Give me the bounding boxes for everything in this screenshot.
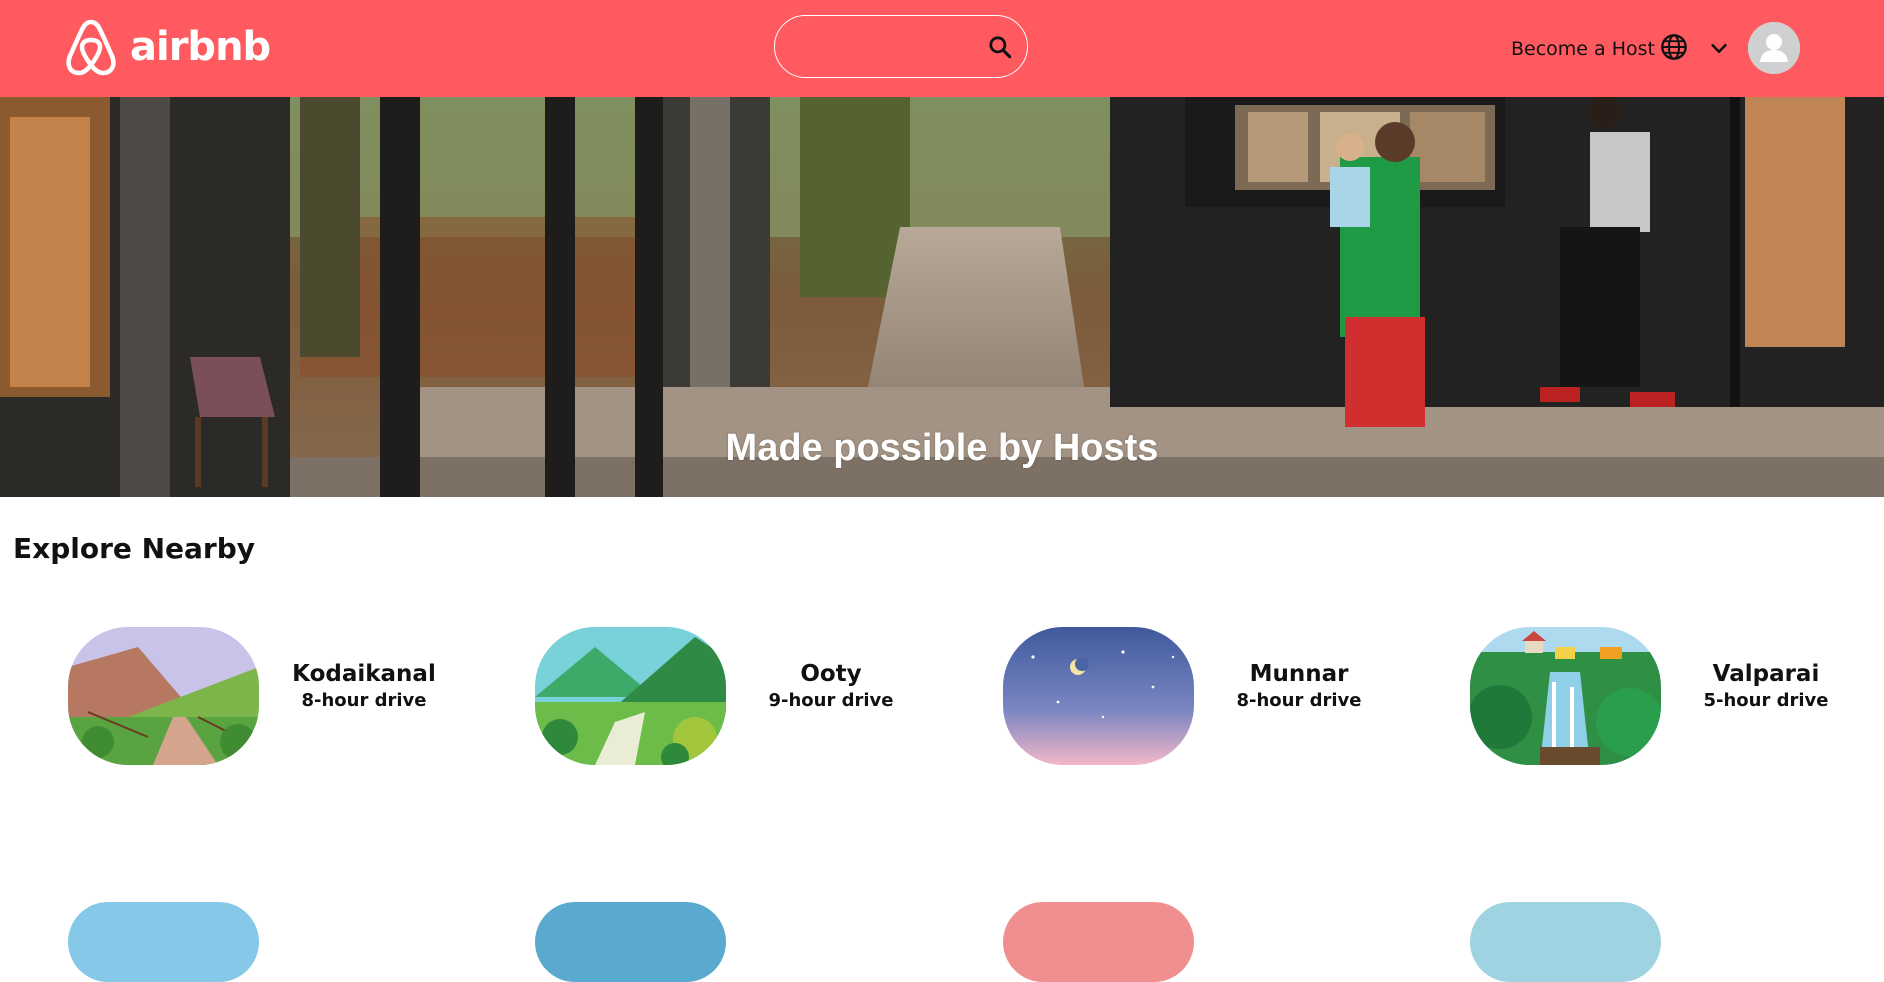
avatar-icon [1748,22,1800,74]
hero-banner: Made possible by Hosts [0,97,1884,497]
brand-logo[interactable]: airbnb [62,16,271,78]
airbnb-logo-icon [66,19,116,76]
nearby-card-ooty[interactable]: Ooty 9-hour drive [535,627,955,767]
nearby-card-valparai[interactable]: Valparai 5-hour drive [1470,627,1884,767]
nearby-card-image-row2-2[interactable] [535,902,726,982]
nearby-card-image-row2-3[interactable] [1003,902,1194,982]
nearby-card-name: Kodaikanal [292,661,436,687]
nearby-card-drive-time: 8-hour drive [301,690,427,711]
chevron-down-icon[interactable] [1708,37,1730,59]
munnar-image [1003,627,1194,765]
nearby-card-name: Munnar [1249,661,1349,687]
brand-name: airbnb [130,24,271,70]
ooty-image [535,627,726,765]
nearby-card-image-row2-1[interactable] [68,902,259,982]
nearby-card-kodaikanal[interactable]: Kodaikanal 8-hour drive [68,627,488,767]
nearby-card-name: Valparai [1712,661,1820,687]
valparai-image [1470,627,1661,765]
nearby-card-drive-time: 5-hour drive [1703,690,1829,711]
search-bar[interactable] [774,15,1028,78]
search-input[interactable] [793,30,977,64]
search-icon[interactable] [987,34,1013,60]
nearby-card-munnar[interactable]: Munnar 8-hour drive [1003,627,1423,767]
nearby-card-drive-time: 8-hour drive [1236,690,1362,711]
hero-caption: Made possible by Hosts [725,427,1159,469]
become-host-link[interactable]: Become a Host [1511,38,1655,60]
nearby-card-drive-time: 9-hour drive [768,690,894,711]
nearby-card-name: Ooty [800,661,862,687]
user-avatar[interactable] [1748,22,1800,74]
nearby-card-image-row2-4[interactable] [1470,902,1661,982]
globe-icon[interactable] [1660,33,1688,61]
kodaikanal-image [68,627,259,765]
top-header: airbnb Become a Host [0,0,1884,97]
explore-nearby-heading: Explore Nearby [13,532,256,565]
